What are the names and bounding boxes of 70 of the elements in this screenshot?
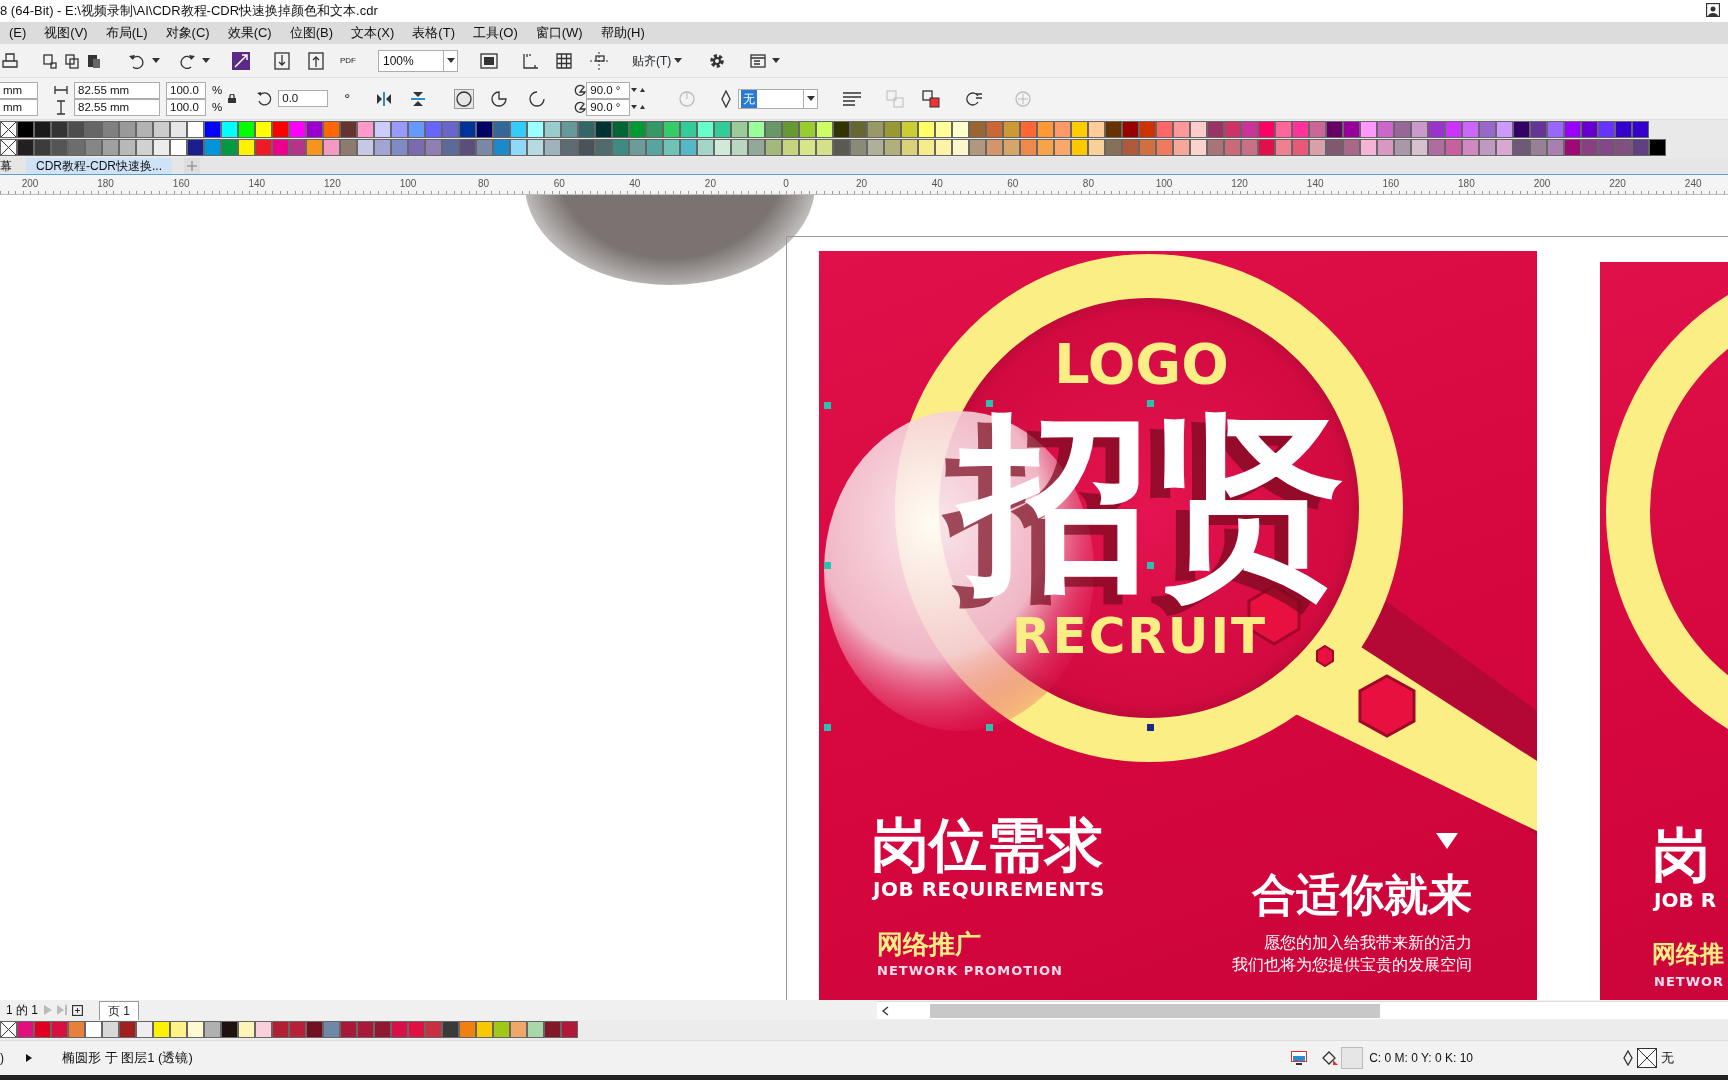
menu-item[interactable]: 工具(O) [463,22,527,44]
percent-label: % [212,99,223,115]
outline-text: 无 [1661,1049,1674,1068]
ruler-label: 140 [248,177,266,191]
ruler-label: 120 [324,177,341,191]
ruler-label: 0 [783,177,789,191]
menu-item[interactable]: 布局(L) [96,22,157,44]
ruler-label: 40 [931,177,943,191]
ruler-label: 80 [1082,177,1094,191]
degree-label: ° [344,90,351,107]
job-subtitle: NETWORK PROMOTION [877,964,1063,977]
menu-item[interactable]: (E) [0,22,36,44]
ruler-label: 200 [21,177,39,191]
document-tab[interactable]: CDR教程-CDR快速换... [26,158,172,174]
menu-item[interactable]: 帮助(H) [591,22,654,44]
section-title: 岗 [1652,826,1710,884]
section-subtitle: JOB REQUIREMENTS [873,879,1105,899]
ruler-label: 20 [856,177,868,191]
job-title: 网络推广 [877,931,981,957]
ruler-label: 60 [553,177,565,191]
subheadline-text: RECRUIT [1012,611,1268,661]
ruler-label: 80 [478,177,490,191]
section-title: 岗位需求 [871,816,1103,874]
menu-item[interactable]: 表格(T) [403,22,464,44]
object-info: 椭圆形 于 图层1 (透镜) [62,1049,193,1068]
ruler-label: 140 [1306,177,1324,191]
menu-item[interactable]: 视图(V) [35,22,97,44]
zoom-field[interactable]: 100% [378,49,458,72]
menu-item[interactable]: 位图(B) [280,22,342,44]
ruler-label: 60 [1007,177,1019,191]
start-angle-field[interactable]: 90.0 ° [586,81,631,99]
menu-item[interactable]: 效果(C) [218,22,281,44]
status-text: ) [0,1050,4,1067]
job-title: 网络推 [1652,942,1724,966]
ruler-label: 20 [704,177,716,191]
page-tab[interactable]: 页 1 [99,1000,140,1020]
slogan-text: 合适你就来 [1252,873,1472,917]
slogan-line: 我们也将为您提供宝贵的发展空间 [1232,957,1472,973]
ruler-label: 40 [629,177,641,191]
ruler-label: 180 [97,177,114,191]
zoom-value: 100% [382,52,415,70]
logo-text: LOGO [1054,336,1229,392]
section-subtitle: JOB R [1654,890,1717,910]
menu-item[interactable]: 窗口(W) [526,22,592,44]
ruler-label: 180 [1458,177,1475,191]
ruler-label: 220 [1609,177,1626,191]
pdf-button[interactable]: PDF [340,56,356,65]
ruler-label: 100 [399,177,417,191]
ruler-label: 160 [1382,177,1400,191]
rotation-field[interactable]: 0.0 [278,90,329,107]
page-counter: 1 的 1 [6,1002,38,1019]
scale-field[interactable]: 100.0 [166,81,206,99]
outline-dropdown[interactable]: 无 [738,88,819,109]
width-field[interactable]: 82.55 mm [74,81,160,99]
document-tab[interactable]: 幕 [0,158,26,174]
ruler-label: 240 [1684,177,1702,191]
menu-item[interactable]: 文本(X) [342,22,404,44]
job-subtitle: NETWOR [1654,975,1725,988]
unit-field[interactable]: mm [0,81,38,99]
window-title: 8 (64-Bit) - E:\视频录制\AI\CDR教程-CDR快速换掉颜色和文本.cdr [0,2,378,21]
fill-color-text: C: 0 M: 0 Y: 0 K: 10 [1369,1050,1473,1067]
snap-dropdown[interactable]: 贴齐(T) [632,54,683,67]
slogan-line: 愿您的加入给我带来新的活力 [1264,935,1472,951]
ruler-label: 120 [1231,177,1248,191]
ruler-label: 160 [172,177,190,191]
menu-item[interactable]: 对象(C) [156,22,219,44]
percent-label: % [212,82,223,98]
outline-value: 无 [741,89,758,108]
ruler-label: 200 [1533,177,1551,191]
ruler-label: 100 [1155,177,1173,191]
